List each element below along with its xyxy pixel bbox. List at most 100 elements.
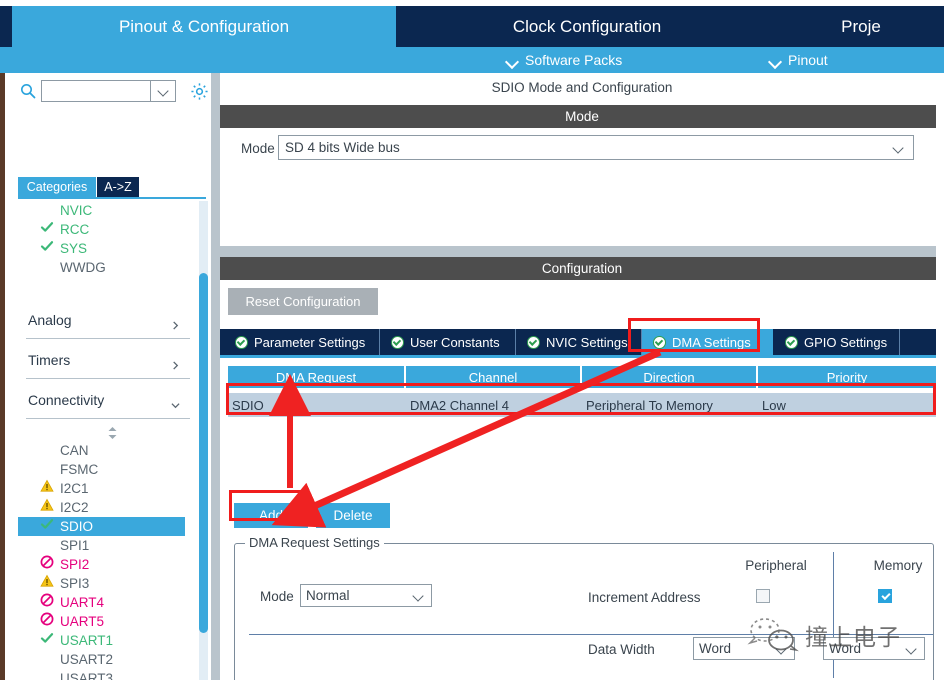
tab-gpio-settings[interactable]: GPIO Settings [774, 329, 900, 355]
check-icon [40, 633, 54, 643]
sidebar-item-sys[interactable]: SYS [18, 239, 198, 258]
status-marker [40, 201, 56, 220]
blocked-icon [40, 612, 54, 626]
tab-nvic-settings[interactable]: NVIC Settings [516, 329, 642, 355]
mode-select[interactable]: SD 4 bits Wide bus [278, 135, 914, 160]
sidebar-item-usart3-label: USART3 [60, 671, 114, 680]
increment-address-memory-checkbox[interactable] [878, 589, 892, 603]
status-marker [40, 479, 56, 498]
sidebar-item-wwdg-label: WWDG [60, 260, 106, 275]
sidebar-group-timers-label: Timers [28, 352, 71, 368]
sidebar-item-can[interactable]: CAN [18, 441, 198, 460]
tab-categories[interactable]: Categories [18, 177, 96, 197]
status-marker [40, 555, 56, 574]
sidebar-item-uart5[interactable]: UART5 [18, 612, 198, 631]
sidebar-item-i2c1[interactable]: I2C1 [18, 479, 198, 498]
dma-mode-select[interactable]: Normal [300, 584, 432, 607]
tab-project-manager[interactable]: Proje [778, 6, 944, 47]
check-circle-icon [785, 335, 798, 349]
tab-user-constants[interactable]: User Constants [380, 329, 516, 355]
sidebar-item-fsmc[interactable]: FSMC [18, 460, 198, 479]
status-marker [40, 220, 56, 239]
sidebar-item-uart4[interactable]: UART4 [18, 593, 198, 612]
delete-button[interactable]: Delete [316, 503, 390, 528]
search-input[interactable] [41, 80, 151, 102]
chevron-down-icon [777, 646, 786, 652]
sidebar-item-can-label: CAN [60, 443, 89, 458]
tab-parameter-settings-label: Parameter Settings [254, 334, 366, 350]
dma-request-settings-legend: DMA Request Settings [245, 535, 384, 550]
main-panel: SDIO Mode and Configuration Mode Mode SD… [220, 73, 944, 680]
sidebar-item-uart4-label: UART4 [60, 595, 105, 610]
sub-item-software-packs-label: Software Packs [525, 52, 623, 68]
tab-gpio-settings-label: GPIO Settings [804, 334, 888, 350]
sidebar-item-spi1[interactable]: SPI1 [18, 536, 198, 555]
sidebar-item-i2c2[interactable]: I2C2 [18, 498, 198, 517]
table-column-header: Channel [406, 366, 582, 388]
status-marker [40, 441, 56, 460]
sidebar-item-sdio[interactable]: SDIO [18, 517, 185, 536]
tab-dma-settings[interactable]: DMA Settings [642, 329, 774, 355]
sidebar-group-timers[interactable]: Timers [18, 345, 198, 385]
sidebar-scrollbar-thumb[interactable] [199, 273, 208, 633]
search-dropdown-button[interactable] [151, 80, 176, 102]
status-marker [40, 460, 56, 479]
sidebar-item-usart1-label: USART1 [60, 633, 114, 648]
sub-item-pinout[interactable]: Pinout [770, 47, 828, 73]
dma-mode-select-value: Normal [306, 588, 350, 603]
sidebar-group-analog[interactable]: Analog [18, 305, 198, 345]
status-marker [40, 574, 56, 593]
increment-address-peripheral-checkbox[interactable] [756, 589, 770, 603]
gear-icon[interactable] [190, 82, 209, 101]
sidebar-item-usart2[interactable]: USART2 [18, 650, 198, 669]
data-width-peripheral-value: Word [699, 641, 732, 656]
mode-section-body: Mode SD 4 bits Wide bus [220, 128, 944, 246]
configuration-tab-bar: Parameter Settings User Constants NVIC S… [220, 329, 944, 355]
status-marker [40, 498, 56, 517]
app-window: Pinout & Configuration Clock Configurati… [0, 0, 944, 680]
row-divider [249, 634, 933, 635]
sidebar-item-usart1[interactable]: USART1 [18, 631, 198, 650]
tab-pinout-configuration-label: Pinout & Configuration [118, 16, 290, 36]
tab-a-to-z[interactable]: A->Z [97, 177, 139, 197]
column-header-memory: Memory [873, 558, 923, 573]
tab-clock-configuration[interactable]: Clock Configuration [397, 6, 777, 47]
sidebar-item-nvic[interactable]: NVIC [18, 201, 198, 220]
chevron-down-icon [171, 397, 180, 409]
main-scrollbar[interactable] [936, 73, 944, 680]
data-width-memory-select[interactable]: Word [823, 637, 925, 660]
table-cell: Low [762, 397, 786, 413]
increment-address-label: Increment Address [588, 590, 701, 605]
sub-item-software-packs[interactable]: Software Packs [507, 47, 622, 73]
sidebar-item-spi3[interactable]: SPI3 [18, 574, 198, 593]
reset-configuration-button[interactable]: Reset Configuration [228, 288, 378, 315]
sidebar-item-spi2-label: SPI2 [60, 557, 90, 572]
category-tab-group: Categories A->Z [18, 177, 208, 197]
sidebar-item-usart3[interactable]: USART3 [18, 669, 198, 680]
mode-select-value: SD 4 bits Wide bus [285, 140, 400, 155]
sidebar-item-wwdg[interactable]: WWDG [18, 258, 198, 277]
tab-parameter-settings[interactable]: Parameter Settings [224, 329, 380, 355]
status-marker [40, 612, 56, 631]
sidebar-group-connectivity[interactable]: Connectivity [18, 385, 198, 425]
sidebar-item-spi2[interactable]: SPI2 [18, 555, 198, 574]
divider [26, 378, 190, 379]
table-row[interactable]: SDIO DMA2 Channel 4 Peripheral To Memory Lo… [228, 393, 936, 417]
sidebar-item-rcc[interactable]: RCC [18, 220, 198, 239]
add-button[interactable]: Add [234, 503, 308, 528]
sidebar-item-sys-label: SYS [60, 241, 88, 256]
scroll-spinner[interactable] [18, 425, 198, 441]
check-icon [40, 519, 54, 529]
sidebar: Categories A->Z NVIC RCC SYS WWDG Analog Time… [5, 73, 212, 680]
configuration-section-header-label: Configuration [541, 261, 623, 276]
peripheral-list[interactable]: NVIC RCC SYS WWDG Analog Timers Connectivity CA… [18, 201, 198, 680]
data-width-peripheral-select[interactable]: Word [693, 637, 795, 660]
tab-dma-settings-label: DMA Settings [672, 334, 751, 350]
sidebar-group-connectivity-label: Connectivity [28, 392, 105, 408]
tab-pinout-configuration[interactable]: Pinout & Configuration [12, 6, 396, 47]
panel-splitter[interactable] [212, 73, 220, 680]
section-gap [220, 246, 944, 257]
configuration-section-header: Configuration [220, 257, 944, 280]
mode-section-header: Mode [220, 105, 944, 128]
sidebar-item-spi3-label: SPI3 [60, 576, 90, 591]
